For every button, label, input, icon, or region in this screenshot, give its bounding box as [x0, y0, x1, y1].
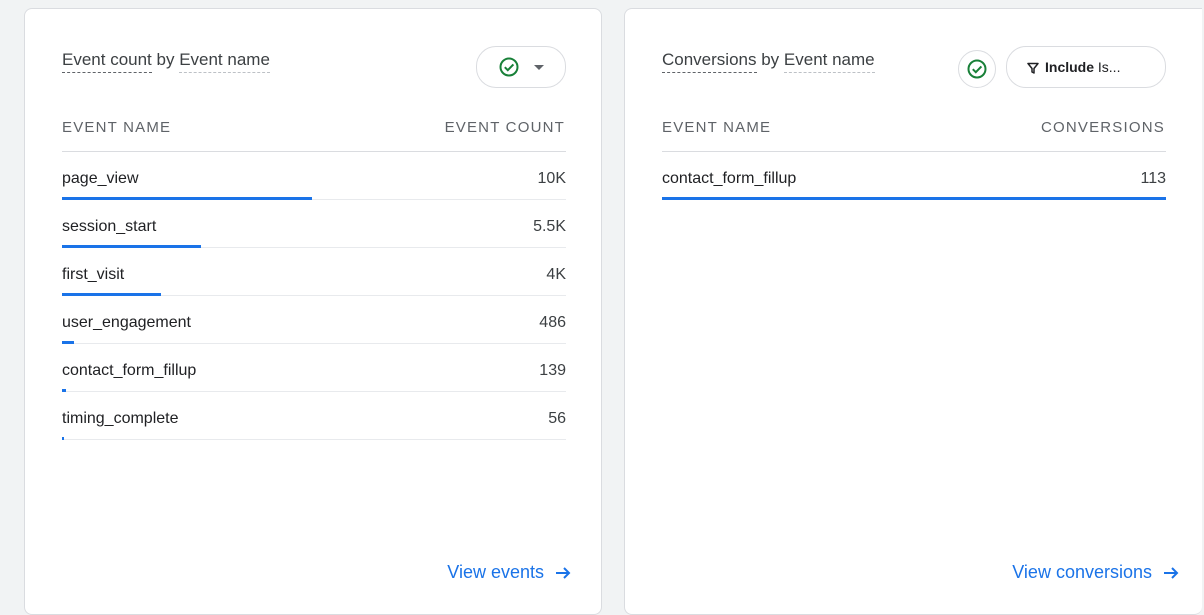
- chevron-down-icon: [534, 64, 544, 70]
- event-count-card: Event count by Event name EVENT NAME EVE…: [24, 8, 602, 615]
- event-name-cell: contact_form_fillup: [662, 170, 797, 187]
- table-row[interactable]: page_view 10K: [62, 152, 566, 200]
- dimension-label[interactable]: Event name: [783, 50, 875, 73]
- filter-chip[interactable]: Include Is...: [1006, 46, 1166, 88]
- view-events-link[interactable]: View events: [447, 562, 572, 583]
- view-conversions-link[interactable]: View conversions: [1012, 562, 1180, 583]
- value-cell: 56: [548, 410, 566, 427]
- table-row[interactable]: contact_form_fillup 113: [662, 152, 1166, 200]
- value-bar: [662, 197, 1166, 200]
- compare-button[interactable]: [958, 50, 996, 88]
- event-name-cell: user_engagement: [62, 314, 191, 331]
- view-events-label: View events: [447, 562, 544, 582]
- value-cell: 10K: [537, 170, 566, 187]
- arrow-right-icon: [554, 564, 572, 582]
- filter-chip-label: Include Is...: [1045, 59, 1121, 75]
- column-header-conversions[interactable]: CONVERSIONS: [1041, 119, 1165, 136]
- table-row[interactable]: contact_form_fillup 139: [62, 344, 566, 392]
- event-name-cell: timing_complete: [62, 410, 179, 427]
- filter-icon: [1027, 61, 1039, 74]
- table-row[interactable]: timing_complete 56: [62, 392, 566, 440]
- value-cell: 5.5K: [533, 218, 566, 235]
- value-bar: [62, 437, 65, 440]
- row-divider: [62, 439, 566, 440]
- table-row[interactable]: user_engagement 486: [62, 296, 566, 344]
- check-circle-icon: [498, 56, 520, 78]
- column-header-event-name[interactable]: EVENT NAME: [62, 119, 171, 136]
- check-circle-icon: [966, 58, 988, 80]
- metric-label[interactable]: Conversions: [662, 50, 757, 73]
- compare-dropdown-button[interactable]: [476, 46, 566, 88]
- column-header-event-name[interactable]: EVENT NAME: [662, 119, 771, 136]
- table-row[interactable]: session_start 5.5K: [62, 200, 566, 248]
- event-name-cell: page_view: [62, 170, 139, 187]
- value-cell: 139: [539, 362, 566, 379]
- value-cell: 113: [1140, 170, 1166, 187]
- event-count-card-title: Event count by Event name: [62, 50, 270, 73]
- arrow-right-icon: [1162, 564, 1180, 582]
- column-header-event-count[interactable]: EVENT COUNT: [445, 119, 565, 136]
- value-cell: 4K: [546, 266, 566, 283]
- metric-label[interactable]: Event count: [62, 50, 152, 73]
- view-conversions-label: View conversions: [1012, 562, 1152, 582]
- table-row[interactable]: first_visit 4K: [62, 248, 566, 296]
- dimension-label[interactable]: Event name: [179, 50, 270, 73]
- event-name-cell: session_start: [62, 218, 157, 235]
- event-name-cell: first_visit: [62, 266, 125, 283]
- conversions-card-title: Conversions by Event name: [662, 50, 875, 73]
- event-name-cell: contact_form_fillup: [62, 362, 197, 379]
- conversions-card: Conversions by Event name Include Is... …: [624, 8, 1202, 615]
- value-cell: 486: [539, 314, 566, 331]
